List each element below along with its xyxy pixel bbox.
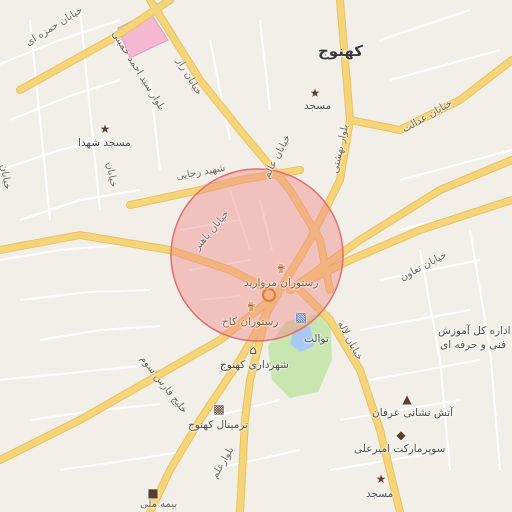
poi-mosque-shohada[interactable]: مسجد شهدا — [78, 138, 131, 149]
restaurant-icon[interactable]: ✟ — [244, 300, 258, 314]
toilet-icon[interactable]: ▧ — [294, 310, 308, 324]
roundabout-marker[interactable] — [262, 288, 276, 302]
shop-icon[interactable]: ◆ — [394, 428, 408, 442]
poi-restaurant-kakh[interactable]: رستوران کاخ — [222, 317, 278, 328]
map-view[interactable]: کهنوج خیابان حمزه ای بلوار سید احمد خمین… — [0, 0, 512, 512]
mosque-icon[interactable]: ★ — [374, 472, 388, 486]
poi-toilet[interactable]: توالت — [304, 334, 329, 345]
municipality-icon[interactable]: ⌂ — [246, 343, 260, 357]
poi-education-line2[interactable]: فنی و حرفه ای — [440, 340, 506, 351]
road-label-bottom-left: بیمه ملی — [140, 499, 178, 510]
bus-icon[interactable]: ▩ — [212, 402, 226, 416]
city-label[interactable]: کهنوج — [318, 44, 363, 59]
fuel-icon[interactable]: ■ — [146, 486, 160, 500]
poi-municipality[interactable]: شهرداری کهنوج — [220, 360, 289, 371]
mosque-icon[interactable]: ★ — [308, 86, 322, 100]
poi-restaurant-morvarid[interactable]: رستوران مروارید — [244, 278, 318, 289]
poi-fire-station[interactable]: آتش نشانی عرفان — [372, 408, 453, 419]
poi-supermarket[interactable]: سوپرمارکت امیرعلی — [354, 444, 445, 455]
poi-education-line1[interactable]: اداره کل آموزش — [438, 326, 511, 337]
mosque-icon[interactable]: ★ — [98, 122, 112, 136]
poi-mosque-top[interactable]: مسجد — [304, 101, 331, 112]
fire-station-icon[interactable]: ▲ — [400, 392, 414, 406]
poi-terminal[interactable]: ترمینال کهنوج — [188, 420, 248, 431]
poi-mosque-bottom[interactable]: مسجد — [366, 489, 393, 500]
restaurant-icon[interactable]: ✟ — [274, 262, 288, 276]
